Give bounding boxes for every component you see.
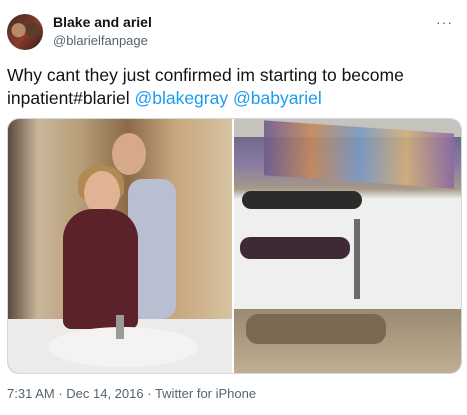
- tweet-time[interactable]: 7:31 AM: [7, 386, 55, 401]
- tweet-photo-2[interactable]: [234, 119, 461, 373]
- tweet-source[interactable]: Twitter for iPhone: [155, 386, 256, 401]
- tweet-photo-1[interactable]: [8, 119, 232, 373]
- author-display-name[interactable]: Blake and ariel: [53, 14, 152, 30]
- more-options-icon[interactable]: ···: [436, 14, 453, 30]
- tweet-timestamp: 7:31 AM · Dec 14, 2016 · Twitter for iPh…: [7, 386, 257, 401]
- author-avatar[interactable]: [7, 14, 43, 50]
- author-handle[interactable]: @blarielfanpage: [53, 33, 148, 48]
- tweet-text: Why cant they just confirmed im starting…: [7, 64, 457, 110]
- mention-link[interactable]: @babyariel: [233, 88, 322, 108]
- tweet-media-grid: [7, 118, 462, 374]
- mention-link[interactable]: @blakegray: [134, 88, 228, 108]
- tweet-date[interactable]: Dec 14, 2016: [66, 386, 143, 401]
